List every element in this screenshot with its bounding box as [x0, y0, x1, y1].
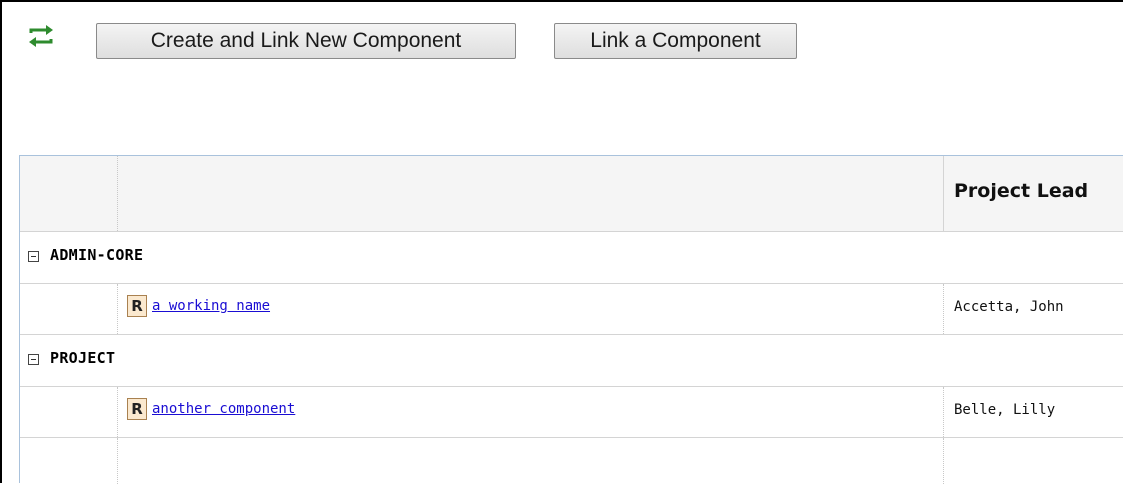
collapse-minus-icon[interactable] [28, 251, 39, 262]
header-cell-project-lead[interactable]: Project Lead [944, 156, 1123, 231]
project-lead-value: Belle, Lilly [954, 402, 1056, 418]
component-cell: R another component [118, 387, 944, 437]
project-lead-cell: Accetta, John [944, 284, 1123, 334]
project-lead-value: Accetta, John [954, 299, 1064, 315]
project-lead-cell: Belle, Lilly [944, 387, 1123, 437]
table-row: R another component Belle, Lilly [20, 387, 1123, 438]
row-spacer-cell [20, 438, 118, 484]
row-spacer-cell [20, 387, 118, 437]
link-component-button[interactable]: Link a Component [554, 23, 797, 59]
collapse-minus-icon[interactable] [28, 354, 39, 365]
header-cell-expand [20, 156, 118, 231]
component-link[interactable]: another component [152, 401, 295, 417]
project-lead-column-header[interactable]: Project Lead [954, 180, 1088, 202]
empty-table-row [20, 438, 1123, 484]
header-cell-component [118, 156, 944, 231]
row-spacer-cell [118, 438, 944, 484]
components-grid: Project Lead ADMIN-CORE R a working name… [19, 155, 1123, 484]
grid-header-row: Project Lead [20, 156, 1123, 232]
table-row: R a working name Accetta, John [20, 284, 1123, 335]
component-link[interactable]: a working name [152, 298, 270, 314]
group-row-admin-core: ADMIN-CORE [20, 232, 1123, 284]
r-badge-icon: R [127, 398, 147, 420]
refresh-arrows-icon[interactable] [26, 24, 56, 48]
group-row-project: PROJECT [20, 335, 1123, 387]
component-cell: R a working name [118, 284, 944, 334]
toolbar: Create and Link New Component Link a Com… [0, 0, 1123, 80]
create-and-link-component-button[interactable]: Create and Link New Component [96, 23, 516, 59]
group-label: ADMIN-CORE [50, 246, 144, 264]
r-badge-icon: R [127, 295, 147, 317]
row-spacer-cell [20, 284, 118, 334]
group-label: PROJECT [50, 349, 116, 367]
